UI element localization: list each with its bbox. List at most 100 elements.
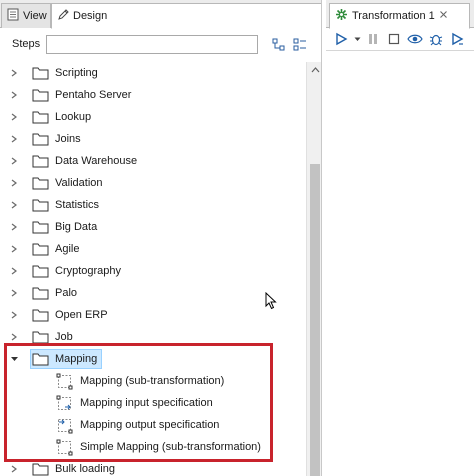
chevron-right-icon[interactable]	[8, 172, 20, 194]
preview-icon[interactable]	[406, 30, 424, 48]
tab-transformation-title: Transformation 1	[352, 10, 435, 22]
folder-icon	[32, 304, 50, 326]
tree-category-label: Palo	[55, 287, 78, 299]
tree-category-label: Lookup	[55, 111, 92, 123]
tree-category-label: Job	[55, 331, 73, 343]
tree-category-label: Cryptography	[55, 265, 122, 277]
tree-step-mapping-sub-transformation[interactable]: Mapping (sub-transformation)	[0, 370, 306, 392]
chevron-right-icon[interactable]	[8, 326, 20, 348]
chevron-right-icon[interactable]	[8, 304, 20, 326]
steps-label: Steps	[12, 38, 41, 50]
folder-icon	[32, 194, 50, 216]
tab-view[interactable]: View	[1, 3, 51, 28]
steps-panel: View Design Steps Scripting Pentaho Serv…	[0, 0, 322, 476]
tree-step-mapping-output-specification[interactable]: Mapping output specification	[0, 414, 306, 436]
chevron-right-icon[interactable]	[8, 458, 20, 476]
tab-transformation-1[interactable]: Transformation 1	[329, 3, 470, 29]
folder-icon	[32, 260, 50, 282]
tree-step-label: Mapping input specification	[80, 397, 213, 409]
tree-category-label: Pentaho Server	[55, 89, 132, 101]
steps-tree: Scripting Pentaho Server Lookup Joins Da…	[0, 62, 306, 476]
folder-icon	[32, 326, 50, 348]
folder-icon	[32, 172, 50, 194]
tree-category-label: Data Warehouse	[55, 155, 138, 167]
folder-icon	[32, 238, 50, 260]
run-icon[interactable]	[332, 30, 350, 48]
chevron-right-icon[interactable]	[8, 282, 20, 304]
tree-category-label: Agile	[55, 243, 80, 255]
tree-step-mapping-input-specification[interactable]: Mapping input specification	[0, 392, 306, 414]
mapping-output-icon	[56, 414, 74, 436]
tree-category-cryptography[interactable]: Cryptography	[0, 260, 306, 282]
stop-icon[interactable]	[385, 30, 403, 48]
tree-category-data-warehouse[interactable]: Data Warehouse	[0, 150, 306, 172]
transformation-icon	[335, 8, 348, 24]
left-tab-strip: View Design	[0, 0, 321, 29]
steps-bar: Steps	[0, 32, 321, 58]
chevron-right-icon[interactable]	[8, 260, 20, 282]
tree-category-label: Mapping	[55, 353, 98, 365]
editor-toolbar	[326, 28, 474, 50]
steps-search-input[interactable]	[46, 35, 258, 54]
pause-icon[interactable]	[364, 30, 382, 48]
chevron-right-icon[interactable]	[8, 128, 20, 150]
folder-icon	[32, 348, 50, 370]
tree-category-joins[interactable]: Joins	[0, 128, 306, 150]
collapse-all-icon[interactable]	[270, 36, 288, 54]
folder-icon	[32, 282, 50, 304]
scrollbar-thumb[interactable]	[310, 164, 320, 476]
tree-category-big-data[interactable]: Big Data	[0, 216, 306, 238]
close-icon[interactable]	[439, 10, 448, 22]
chevron-right-icon[interactable]	[8, 194, 20, 216]
tab-design[interactable]: Design	[51, 3, 321, 29]
tree-category-agile[interactable]: Agile	[0, 238, 306, 260]
expand-all-icon[interactable]	[291, 36, 309, 54]
tree-category-label: Big Data	[55, 221, 98, 233]
tab-design-label: Design	[73, 10, 108, 22]
folder-icon	[32, 106, 50, 128]
tree-category-label: Validation	[55, 177, 103, 189]
chevron-down-icon[interactable]	[8, 348, 20, 370]
tree-category-label: Open ERP	[55, 309, 108, 321]
folder-icon	[32, 84, 50, 106]
chevron-right-icon[interactable]	[8, 238, 20, 260]
tree-step-simple-mapping[interactable]: Simple Mapping (sub-transformation)	[0, 436, 306, 458]
tree-category-label: Bulk loading	[55, 463, 115, 475]
chevron-right-icon[interactable]	[8, 84, 20, 106]
debug-icon[interactable]	[427, 30, 445, 48]
tree-category-bulk-loading[interactable]: Bulk loading	[0, 458, 306, 476]
tree-step-label: Mapping (sub-transformation)	[80, 375, 225, 387]
replay-icon[interactable]	[448, 30, 466, 48]
tree-category-lookup[interactable]: Lookup	[0, 106, 306, 128]
mapping-step-icon	[56, 370, 74, 392]
tree-category-label: Joins	[55, 133, 81, 145]
tree-category-validation[interactable]: Validation	[0, 172, 306, 194]
mapping-input-icon	[56, 392, 74, 414]
tree-category-mapping[interactable]: Mapping	[0, 348, 306, 370]
mapping-step-icon	[56, 436, 74, 458]
transformation-editor: Transformation 1	[326, 0, 474, 476]
tab-view-label: View	[23, 10, 47, 22]
folder-icon	[32, 458, 50, 476]
folder-icon	[32, 216, 50, 238]
tree-category-label: Scripting	[55, 67, 98, 79]
run-dropdown-icon[interactable]	[353, 30, 361, 48]
view-icon	[7, 8, 20, 24]
editor-tab-strip: Transformation 1	[326, 0, 474, 29]
scroll-up-icon[interactable]	[307, 62, 321, 78]
chevron-right-icon[interactable]	[8, 62, 20, 84]
tree-category-open-erp[interactable]: Open ERP	[0, 304, 306, 326]
tree-category-pentaho-server[interactable]: Pentaho Server	[0, 84, 306, 106]
chevron-right-icon[interactable]	[8, 106, 20, 128]
tree-category-palo[interactable]: Palo	[0, 282, 306, 304]
chevron-right-icon[interactable]	[8, 216, 20, 238]
tree-category-scripting[interactable]: Scripting	[0, 62, 306, 84]
chevron-right-icon[interactable]	[8, 150, 20, 172]
design-icon	[57, 8, 70, 24]
tree-scrollbar[interactable]	[306, 62, 321, 476]
transformation-canvas[interactable]	[326, 50, 474, 476]
tree-step-label: Mapping output specification	[80, 419, 220, 431]
tree-step-label: Simple Mapping (sub-transformation)	[80, 441, 261, 453]
tree-category-job[interactable]: Job	[0, 326, 306, 348]
tree-category-statistics[interactable]: Statistics	[0, 194, 306, 216]
